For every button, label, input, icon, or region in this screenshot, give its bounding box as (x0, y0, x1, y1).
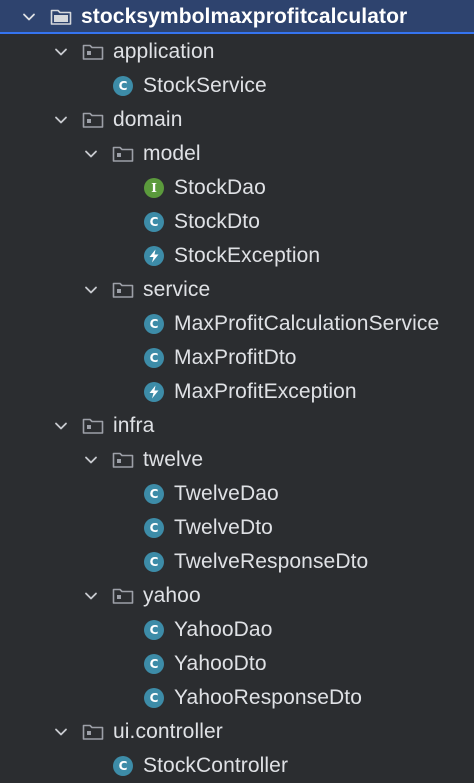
package-icon (112, 143, 134, 165)
package-icon (112, 279, 134, 301)
class-icon: C (143, 653, 165, 675)
tree-node-label: infra (113, 414, 155, 437)
package-icon (82, 41, 104, 63)
tree-node-model[interactable]: model (0, 137, 474, 171)
tree-node-label: MaxProfitDto (174, 346, 297, 369)
tree-node-yahoo[interactable]: yahoo (0, 579, 474, 613)
package-icon (82, 415, 104, 437)
tree-node-label: StockService (143, 74, 267, 97)
tree-node-label: MaxProfitCalculationService (174, 312, 440, 335)
tree-node-root[interactable]: stocksymbolmaxprofitcalculator (0, 0, 474, 34)
tree-node-label: TwelveResponseDto (174, 550, 369, 573)
package-icon (82, 109, 104, 131)
tree-node-class[interactable]: C YahooResponseDto (0, 681, 474, 715)
tree-node-label: domain (113, 108, 183, 131)
class-icon: C (143, 483, 165, 505)
tree-node-label: ui.controller (113, 720, 223, 743)
class-icon: C (143, 517, 165, 539)
class-icon: C (143, 347, 165, 369)
tree-node-exception[interactable]: StockException (0, 239, 474, 273)
tree-node-label: application (113, 40, 215, 63)
tree-node-label: StockController (143, 754, 289, 777)
tree-node-class[interactable]: C TwelveDto (0, 511, 474, 545)
tree-node-class[interactable]: C StockDto (0, 205, 474, 239)
exception-icon (143, 245, 165, 267)
tree-node-twelve[interactable]: twelve (0, 443, 474, 477)
tree-node-label: stocksymbolmaxprofitcalculator (81, 5, 408, 28)
tree-node-label: twelve (143, 448, 204, 471)
tree-node-application[interactable]: application (0, 35, 474, 69)
tree-node-label: StockDao (174, 176, 266, 199)
chevron-down-icon[interactable] (50, 109, 72, 131)
chevron-down-icon[interactable] (50, 721, 72, 743)
class-icon: C (143, 313, 165, 335)
tree-node-class[interactable]: C TwelveDao (0, 477, 474, 511)
tree-node-label: StockDto (174, 210, 260, 233)
tree-node-domain[interactable]: domain (0, 103, 474, 137)
tree-node-label: YahooDto (174, 652, 267, 675)
chevron-down-icon[interactable] (80, 585, 102, 607)
tree-node-label: TwelveDto (174, 516, 273, 539)
folder-icon (50, 6, 72, 28)
package-icon (82, 721, 104, 743)
chevron-down-icon[interactable] (80, 279, 102, 301)
tree-node-class[interactable]: C MaxProfitDto (0, 341, 474, 375)
tree-node-class[interactable]: C StockService (0, 69, 474, 103)
tree-node-class[interactable]: C YahooDao (0, 613, 474, 647)
tree-node-infra[interactable]: infra (0, 409, 474, 443)
exception-icon (143, 381, 165, 403)
tree-node-class[interactable]: C MaxProfitCalculationService (0, 307, 474, 341)
package-icon (112, 585, 134, 607)
tree-node-label: YahooDao (174, 618, 273, 641)
package-icon (112, 449, 134, 471)
class-icon: C (143, 211, 165, 233)
class-icon: C (143, 687, 165, 709)
tree-node-label: TwelveDao (174, 482, 279, 505)
chevron-down-icon[interactable] (80, 449, 102, 471)
tree-node-ui-controller[interactable]: ui.controller (0, 715, 474, 749)
chevron-down-icon[interactable] (18, 6, 40, 28)
interface-icon: I (143, 177, 165, 199)
tree-node-label: MaxProfitException (174, 380, 357, 403)
tree-node-interface[interactable]: I StockDao (0, 171, 474, 205)
tree-node-class[interactable]: C TwelveResponseDto (0, 545, 474, 579)
chevron-down-icon[interactable] (50, 415, 72, 437)
tree-node-class[interactable]: C StockController (0, 749, 474, 783)
tree-node-label: YahooResponseDto (174, 686, 363, 709)
tree-node-label: StockException (174, 244, 321, 267)
class-icon: C (112, 75, 134, 97)
class-icon: C (143, 551, 165, 573)
chevron-down-icon[interactable] (50, 41, 72, 63)
tree-node-label: yahoo (143, 584, 201, 607)
class-icon: C (112, 755, 134, 777)
tree-node-exception[interactable]: MaxProfitException (0, 375, 474, 409)
chevron-down-icon[interactable] (80, 143, 102, 165)
tree-node-label: model (143, 142, 201, 165)
tree-node-service[interactable]: service (0, 273, 474, 307)
class-icon: C (143, 619, 165, 641)
tree-node-class[interactable]: C YahooDto (0, 647, 474, 681)
project-tree: stocksymbolmaxprofitcalculator applicati… (0, 0, 474, 780)
tree-node-label: service (143, 278, 211, 301)
